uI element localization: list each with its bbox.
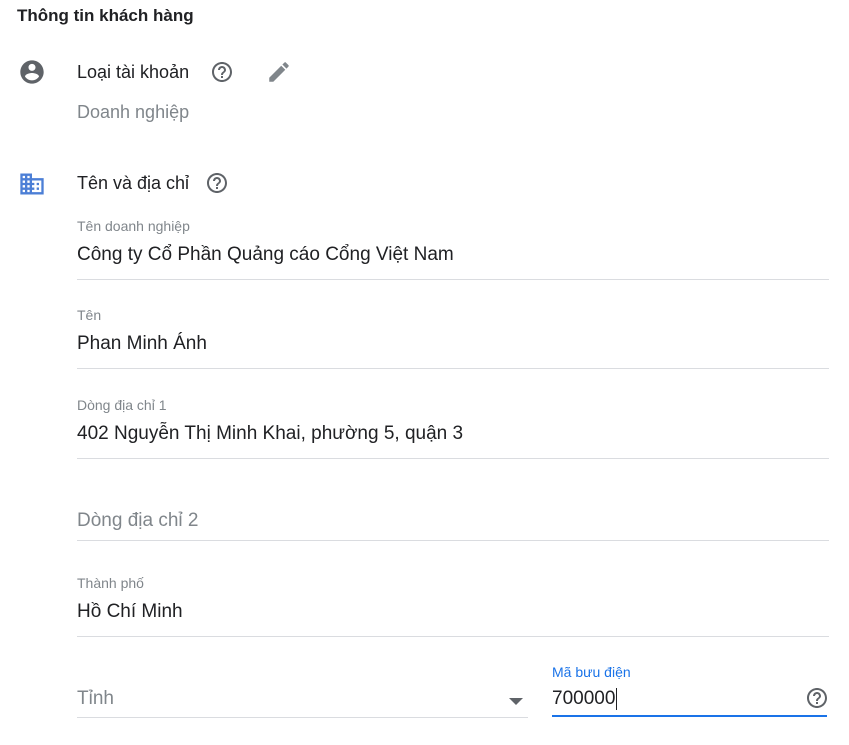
- account-type-title: Loại tài khoản: [77, 62, 190, 82]
- field-underline: [77, 368, 829, 369]
- name-field[interactable]: Tên Phan Minh Ánh: [77, 306, 829, 369]
- field-underline: [77, 717, 528, 718]
- text-caret: [616, 687, 618, 710]
- province-select[interactable]: Tỉnh: [77, 687, 114, 711]
- help-icon[interactable]: [210, 60, 234, 84]
- address-line-1-field[interactable]: Dòng địa chỉ 1 402 Nguyễn Thị Minh Khai,…: [77, 396, 829, 459]
- help-icon[interactable]: [205, 171, 229, 195]
- pencil-icon[interactable]: [266, 59, 292, 85]
- name-label: Tên: [77, 307, 102, 323]
- field-underline: [77, 540, 829, 541]
- address-line-2-field[interactable]: Dòng địa chỉ 2: [77, 509, 198, 533]
- address-line-1-label: Dòng địa chỉ 1: [77, 397, 167, 413]
- name-value[interactable]: Phan Minh Ánh: [77, 332, 829, 356]
- account-circle-icon: [20, 60, 44, 84]
- account-type-value: Doanh nghiệp: [77, 102, 190, 122]
- business-name-field[interactable]: Tên doanh nghiệp Công ty Cổ Phần Quảng c…: [77, 217, 829, 280]
- field-underline: [77, 636, 829, 637]
- field-underline: [77, 458, 829, 459]
- city-field[interactable]: Thành phố Hồ Chí Minh: [77, 574, 829, 637]
- section-title: Thông tin khách hàng: [17, 6, 194, 25]
- city-label: Thành phố: [77, 575, 144, 591]
- business-name-label: Tên doanh nghiệp: [77, 218, 190, 234]
- business-building-icon: [20, 173, 44, 195]
- help-icon[interactable]: [805, 686, 829, 710]
- business-name-value[interactable]: Công ty Cổ Phần Quảng cáo Cổng Việt Nam: [77, 243, 829, 267]
- postal-code-focus-underline: [552, 715, 827, 717]
- postal-code-label: Mã bưu điện: [552, 664, 631, 680]
- address-line-1-value[interactable]: 402 Nguyễn Thị Minh Khai, phường 5, quận…: [77, 422, 829, 446]
- postal-code-input[interactable]: 700000: [552, 687, 618, 711]
- name-address-title: Tên và địa chỉ: [77, 173, 190, 193]
- field-underline: [77, 279, 829, 280]
- city-value[interactable]: Hồ Chí Minh: [77, 600, 829, 624]
- postal-code-value[interactable]: 700000: [552, 688, 615, 709]
- dropdown-arrow-icon[interactable]: [506, 694, 526, 708]
